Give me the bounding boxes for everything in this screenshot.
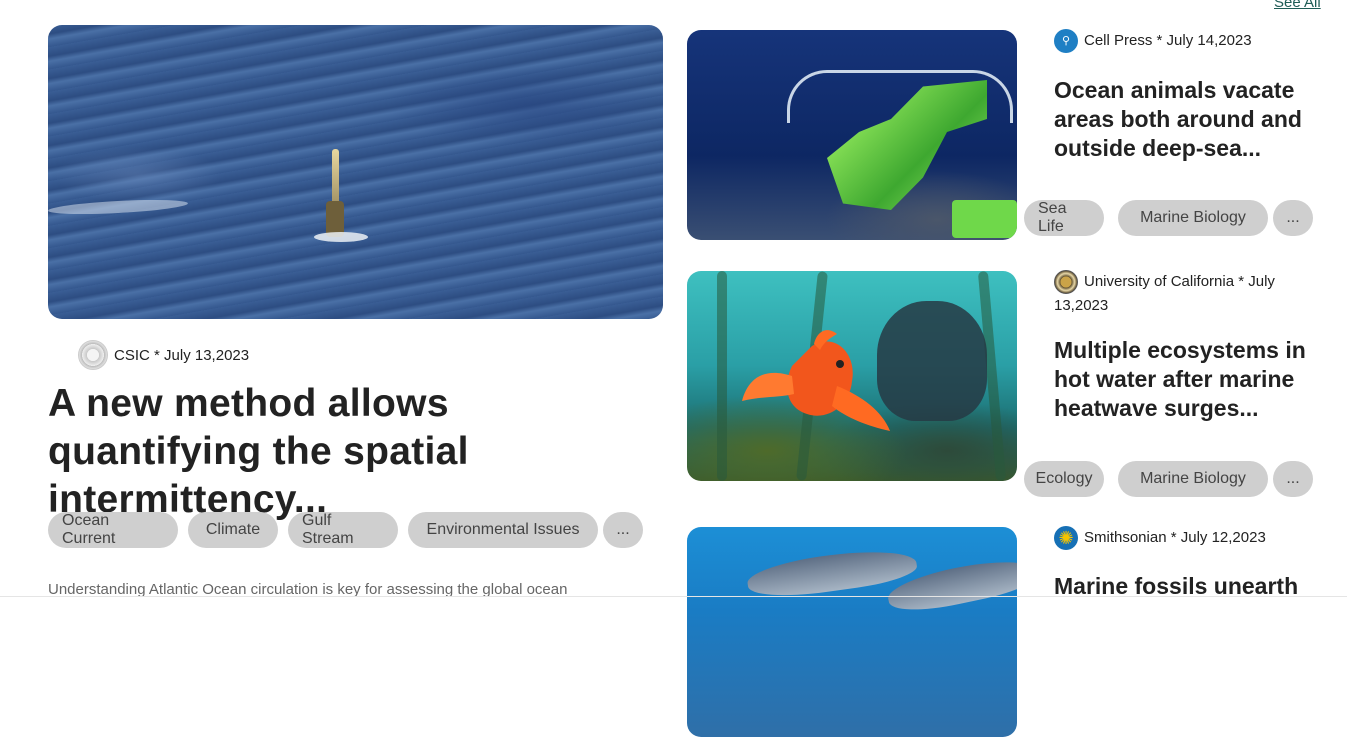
card-source: Cell Press	[1084, 32, 1153, 49]
card-image-robot[interactable]	[687, 30, 1017, 240]
card-source: Smithsonian	[1084, 529, 1167, 546]
card-date: July 14,2023	[1166, 32, 1252, 49]
tag-ocean-current[interactable]: Ocean Current	[48, 512, 178, 548]
card-byline: ⚲ Cell Press * July 14,2023	[1054, 29, 1324, 54]
featured-date: July 13,2023	[164, 346, 250, 364]
smithsonian-sun-logo-icon: ✺	[1054, 526, 1078, 551]
tag-marine-biology[interactable]: Marine Biology	[1118, 200, 1268, 236]
csic-logo-icon	[78, 340, 108, 370]
featured-tags: Ocean Current Climate Gulf Stream Enviro…	[48, 512, 643, 548]
card-image-dolphins[interactable]	[687, 527, 1017, 737]
kelp	[717, 271, 727, 481]
more-tags-button[interactable]: ...	[1273, 461, 1313, 497]
card-title[interactable]: Ocean animals vacate areas both around a…	[1054, 76, 1324, 163]
cell-press-logo-icon: ⚲	[1054, 29, 1078, 54]
see-all-link[interactable]: See All	[1274, 0, 1321, 11]
card-tags: Ecology Marine Biology ...	[1024, 461, 1313, 497]
featured-byline: CSIC * July 13,2023	[78, 340, 249, 370]
byline-separator: *	[149, 346, 165, 364]
tag-gulf-stream[interactable]: Gulf Stream	[288, 512, 398, 548]
card-byline: University of California * July 13,2023	[1054, 270, 1324, 318]
tag-marine-biology[interactable]: Marine Biology	[1118, 461, 1268, 497]
card-byline: ✺ Smithsonian * July 12,2023	[1054, 526, 1324, 551]
wave-foam	[48, 197, 189, 217]
robot-base	[952, 200, 1017, 238]
tag-environmental-issues[interactable]: Environmental Issues	[408, 512, 598, 548]
tag-sea-life[interactable]: Sea Life	[1024, 200, 1104, 236]
card-source: University of California	[1084, 273, 1235, 290]
garibaldi-fish	[742, 330, 890, 431]
featured-source: CSIC	[114, 346, 150, 364]
card-tags: Sea Life Marine Biology ...	[1024, 200, 1313, 236]
featured-title[interactable]: A new method allows quantifying the spat…	[48, 380, 668, 524]
tag-climate[interactable]: Climate	[188, 512, 278, 548]
more-tags-button[interactable]: ...	[603, 512, 643, 548]
buoy-foam	[314, 232, 368, 242]
byline-separator: *	[1234, 273, 1249, 290]
byline-separator: *	[1152, 32, 1167, 49]
diver	[877, 301, 987, 421]
card-title[interactable]: Multiple ecosystems in hot water after m…	[1054, 336, 1324, 423]
card-image-garibaldi-fish[interactable]	[687, 271, 1017, 481]
divider	[0, 596, 1347, 597]
byline-separator: *	[1166, 529, 1181, 546]
more-tags-button[interactable]: ...	[1273, 200, 1313, 236]
uc-seal-logo-icon	[1054, 270, 1078, 295]
card-date: July 12,2023	[1180, 529, 1266, 546]
tag-ecology[interactable]: Ecology	[1024, 461, 1104, 497]
featured-article-image[interactable]	[48, 25, 663, 319]
